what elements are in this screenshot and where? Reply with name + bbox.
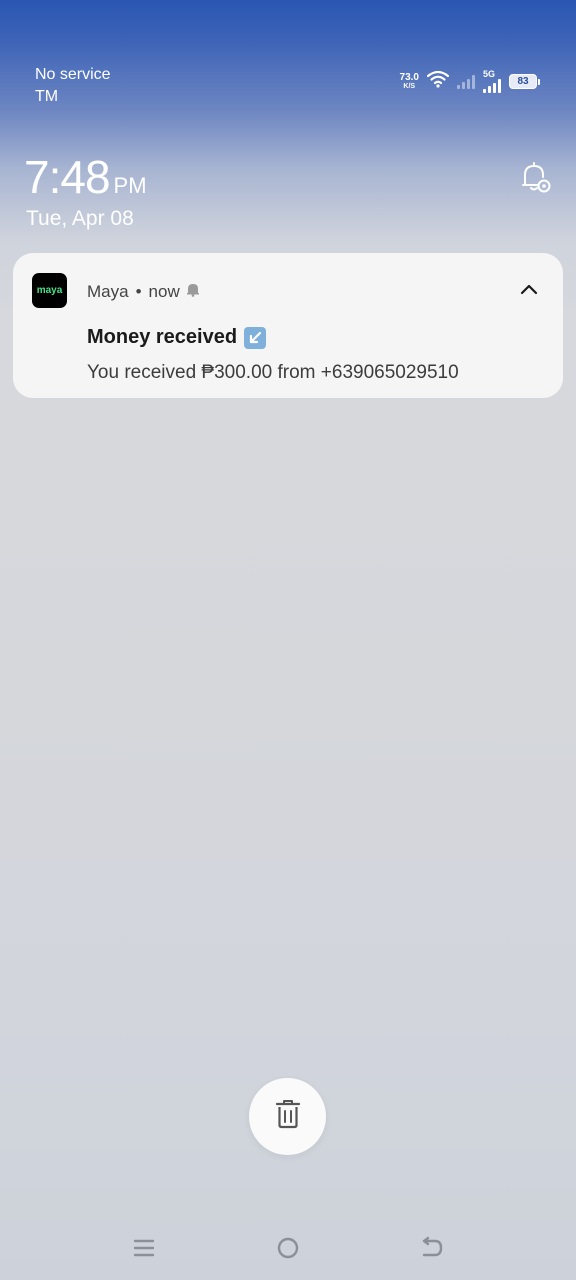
clock-ampm: PM bbox=[113, 173, 147, 198]
header-separator: • bbox=[135, 282, 142, 301]
notification-body: You received ₱300.00 from +639065029510 bbox=[87, 362, 459, 383]
lock-date: Tue, Apr 08 bbox=[26, 207, 134, 230]
arrow-down-left-icon bbox=[244, 326, 267, 349]
back-icon[interactable] bbox=[414, 1230, 450, 1266]
carrier-line-2: TM bbox=[35, 88, 59, 105]
network-speed-value: 73.0 bbox=[399, 71, 419, 83]
signal-weak-icon bbox=[457, 74, 475, 89]
notification-time: now bbox=[148, 282, 180, 301]
network-speed: 73.0 K/S bbox=[399, 71, 419, 91]
network-type-label: 5G bbox=[483, 69, 496, 79]
battery-icon: 83 bbox=[509, 74, 540, 89]
wifi-icon bbox=[426, 70, 450, 93]
app-icon-text: maya bbox=[36, 285, 63, 296]
clock-time: 7:48 bbox=[24, 151, 111, 203]
notification-settings-icon[interactable] bbox=[520, 160, 552, 194]
notification-title-text: Money received bbox=[87, 326, 238, 348]
notification-title: Money received bbox=[87, 326, 267, 349]
maya-app-icon: maya bbox=[32, 273, 67, 308]
home-icon[interactable] bbox=[270, 1230, 306, 1266]
status-icons: 73.0 K/S 5G 83 bbox=[400, 70, 540, 93]
app-name: Maya bbox=[87, 282, 129, 301]
signal-5g-icon: 5G bbox=[483, 70, 501, 93]
collapse-chevron-up-icon[interactable] bbox=[519, 280, 539, 300]
carrier-line-1: No service bbox=[35, 66, 111, 83]
network-speed-unit: K/S bbox=[403, 82, 416, 90]
menu-icon[interactable] bbox=[126, 1230, 162, 1266]
notification-header: Maya • now bbox=[87, 282, 200, 302]
notification-card[interactable]: maya Maya • now Money received You recei… bbox=[13, 253, 563, 398]
battery-level: 83 bbox=[509, 74, 537, 89]
carrier-info: No service TM bbox=[35, 64, 111, 108]
clear-all-button[interactable] bbox=[249, 1078, 326, 1155]
bell-icon bbox=[186, 282, 200, 302]
trash-icon bbox=[275, 1099, 301, 1134]
lock-clock: 7:48 PM bbox=[24, 150, 147, 204]
